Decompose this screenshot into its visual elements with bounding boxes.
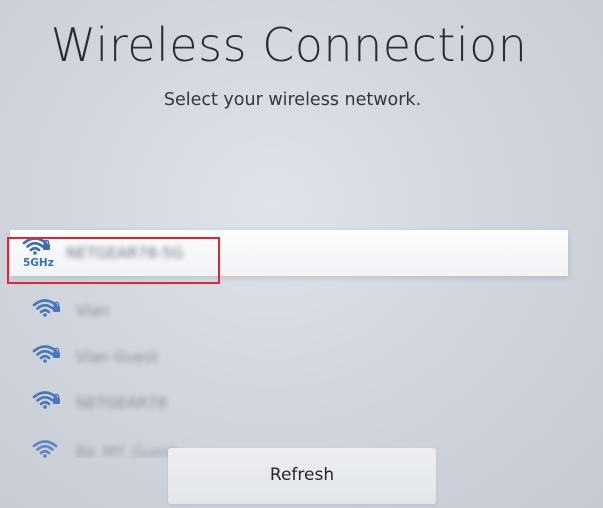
- wifi-lock-icon: 5GHz: [22, 234, 54, 269]
- refresh-button[interactable]: Refresh: [168, 448, 436, 504]
- wifi-signal-icon: [22, 237, 50, 255]
- network-item[interactable]: Vlan: [18, 288, 558, 334]
- page-title: Wireless Connection: [50, 18, 528, 72]
- band-badge: 5GHz: [23, 257, 54, 269]
- network-item-selected[interactable]: 5GHz NETGEAR78-5G: [10, 230, 568, 276]
- network-item[interactable]: Vlan Guest: [18, 334, 558, 380]
- network-list: 5GHz NETGEAR78-5G Vlan Vlan Guest NETGEA…: [0, 228, 603, 458]
- network-name: NETGEAR78: [76, 394, 167, 412]
- wifi-signal-icon: [32, 299, 60, 317]
- page-subtitle: Select your wireless network.: [163, 90, 422, 110]
- wifi-signal-icon: [32, 440, 58, 458]
- network-name: Vlan: [76, 302, 110, 320]
- network-name: Be_MY_Guest: [76, 443, 177, 458]
- network-name: NETGEAR78-5G: [66, 244, 184, 262]
- wifi-lock-icon: [32, 388, 62, 418]
- wifi-lock-icon: [32, 438, 62, 458]
- wifi-signal-icon: [32, 345, 60, 363]
- network-item[interactable]: NETGEAR78: [18, 380, 558, 426]
- wifi-lock-icon: [32, 342, 62, 372]
- refresh-label: Refresh: [269, 465, 335, 485]
- wifi-signal-icon: [32, 391, 60, 409]
- network-name: Vlan Guest: [76, 348, 158, 366]
- wifi-lock-icon: [32, 296, 62, 326]
